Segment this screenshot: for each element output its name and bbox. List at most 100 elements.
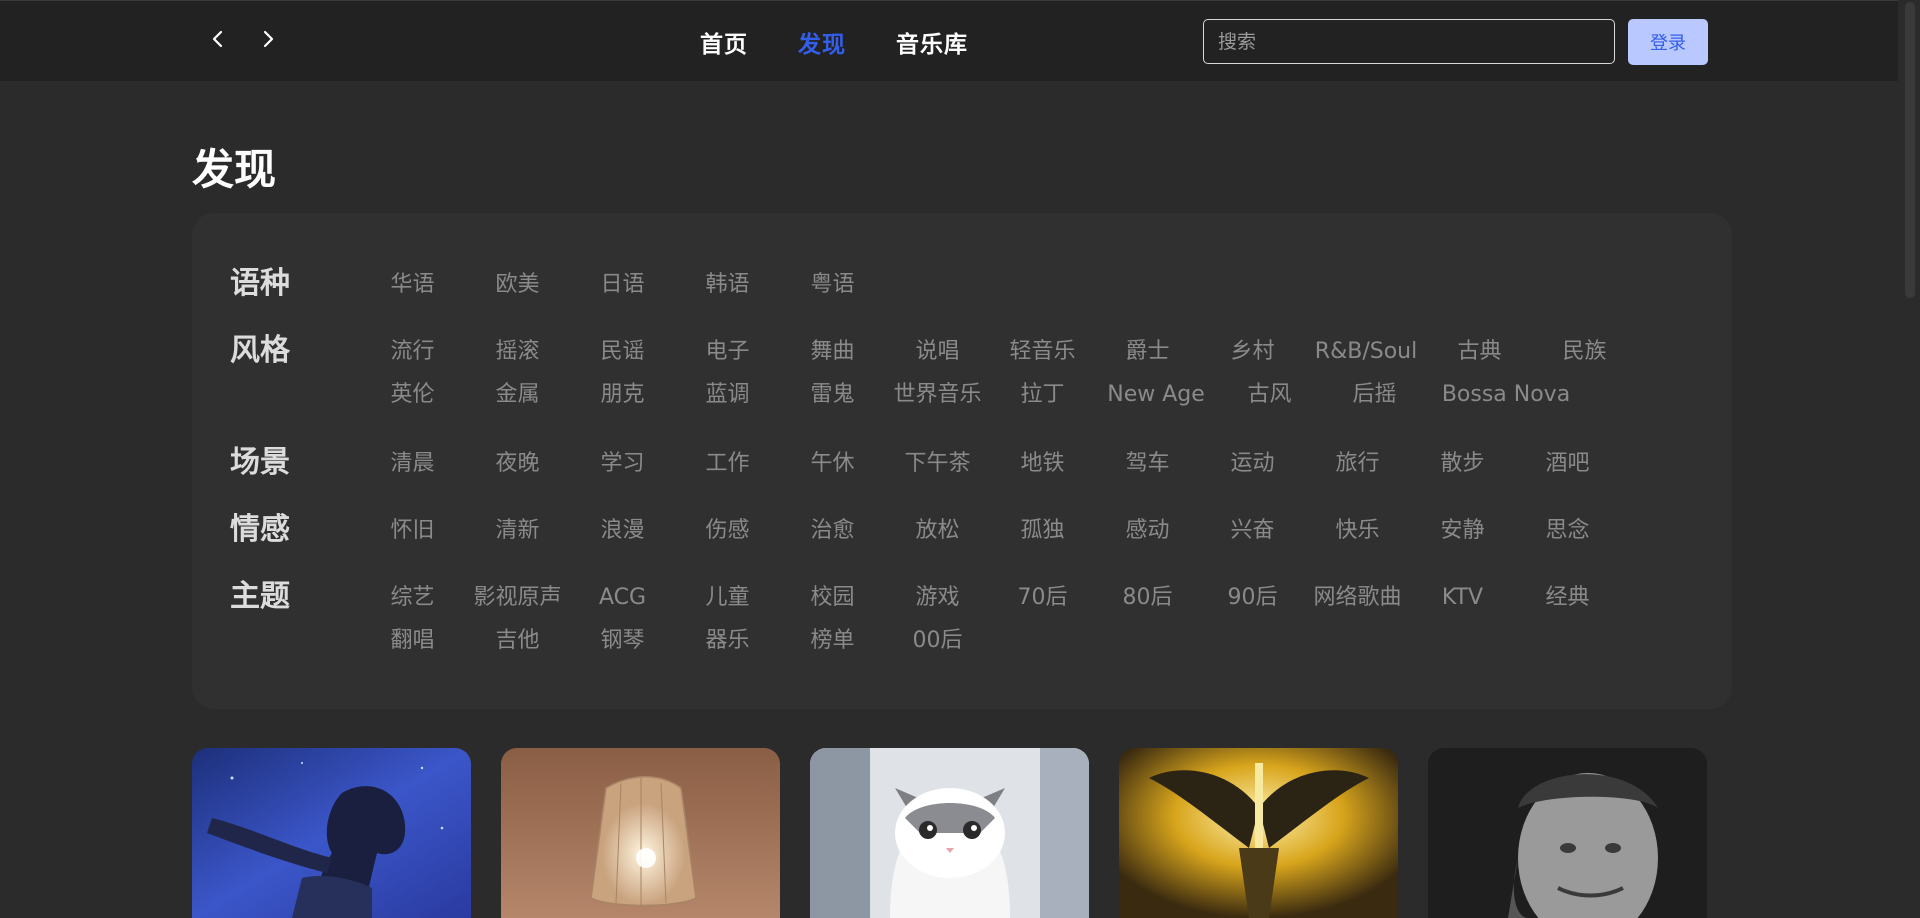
playlist-card[interactable] bbox=[1119, 748, 1398, 918]
playlist-card[interactable] bbox=[1428, 748, 1707, 918]
category-label: 语种 bbox=[230, 266, 290, 301]
category-option[interactable]: 朋克 bbox=[570, 373, 675, 416]
nav-library[interactable]: 音乐库 bbox=[896, 25, 968, 59]
category-option[interactable]: 午休 bbox=[780, 442, 885, 485]
category-option[interactable]: 00后 bbox=[885, 619, 990, 662]
category-option[interactable]: 综艺 bbox=[360, 576, 465, 619]
category-option[interactable]: 拉丁 bbox=[990, 373, 1095, 416]
category-option[interactable]: 兴奋 bbox=[1200, 509, 1305, 552]
category-option[interactable]: 游戏 bbox=[885, 576, 990, 619]
category-option[interactable]: 旅行 bbox=[1305, 442, 1410, 485]
category-option[interactable]: 伤感 bbox=[675, 509, 780, 552]
category-option[interactable]: 清新 bbox=[465, 509, 570, 552]
category-option[interactable]: 舞曲 bbox=[780, 330, 885, 373]
nav-explore[interactable]: 发现 bbox=[798, 25, 846, 59]
anime-girl-night-sky-cover bbox=[192, 748, 471, 918]
search-input[interactable] bbox=[1216, 29, 1602, 54]
category-option[interactable]: 乡村 bbox=[1200, 330, 1305, 373]
category-option[interactable]: 钢琴 bbox=[570, 619, 675, 662]
category-option[interactable]: 世界音乐 bbox=[885, 373, 990, 416]
category-label: 场景 bbox=[230, 445, 290, 480]
nav-home[interactable]: 首页 bbox=[700, 25, 748, 59]
category-option[interactable]: 快乐 bbox=[1305, 509, 1410, 552]
category-option[interactable]: 古典 bbox=[1427, 330, 1532, 373]
category-option[interactable]: 后摇 bbox=[1322, 373, 1427, 416]
login-button[interactable]: 登录 bbox=[1628, 19, 1708, 65]
category-option[interactable]: 校园 bbox=[780, 576, 885, 619]
playlist-card[interactable] bbox=[501, 748, 780, 918]
category-option[interactable]: 流行 bbox=[360, 330, 465, 373]
category-option[interactable]: 英伦 bbox=[360, 373, 465, 416]
back-button[interactable] bbox=[202, 23, 234, 55]
category-option[interactable]: 浪漫 bbox=[570, 509, 675, 552]
category-option[interactable]: 驾车 bbox=[1095, 442, 1200, 485]
category-option[interactable]: R&B/Soul bbox=[1305, 330, 1427, 373]
category-option[interactable]: 夜晚 bbox=[465, 442, 570, 485]
category-option[interactable]: 地铁 bbox=[990, 442, 1095, 485]
category-option[interactable]: 思念 bbox=[1515, 509, 1620, 552]
category-option[interactable]: 感动 bbox=[1095, 509, 1200, 552]
category-option[interactable]: 儿童 bbox=[675, 576, 780, 619]
category-option[interactable]: 轻音乐 bbox=[990, 330, 1095, 373]
category-option[interactable]: 90后 bbox=[1200, 576, 1305, 619]
category-option[interactable]: 酒吧 bbox=[1515, 442, 1620, 485]
category-group-emotion: 情感 怀旧 清新 浪漫 伤感 治愈 放松 孤独 感动 兴奋 快乐 安静 思念 bbox=[230, 509, 1700, 552]
category-option[interactable]: 吉他 bbox=[465, 619, 570, 662]
category-option[interactable]: 蓝调 bbox=[675, 373, 780, 416]
category-option[interactable]: 电子 bbox=[675, 330, 780, 373]
category-option[interactable]: 雷鬼 bbox=[780, 373, 885, 416]
category-option[interactable]: New Age bbox=[1095, 373, 1217, 416]
vintage-portrait-cover bbox=[1428, 748, 1707, 918]
category-group-style: 风格 流行 摇滚 民谣 电子 舞曲 说唱 轻音乐 爵士 乡村 R&B/Soul … bbox=[230, 330, 1700, 416]
category-option[interactable]: 清晨 bbox=[360, 442, 465, 485]
category-option[interactable]: 80后 bbox=[1095, 576, 1200, 619]
playlist-card[interactable] bbox=[810, 748, 1089, 918]
category-option[interactable]: 爵士 bbox=[1095, 330, 1200, 373]
scrollbar-track[interactable] bbox=[1900, 0, 1920, 892]
category-option[interactable]: 民族 bbox=[1532, 330, 1637, 373]
category-option[interactable]: 日语 bbox=[570, 263, 675, 306]
category-option[interactable]: 工作 bbox=[675, 442, 780, 485]
kitten-cover bbox=[810, 748, 1089, 918]
category-option[interactable]: 70后 bbox=[990, 576, 1095, 619]
category-option[interactable]: 治愈 bbox=[780, 509, 885, 552]
category-option[interactable]: 学习 bbox=[570, 442, 675, 485]
category-option[interactable]: 放松 bbox=[885, 509, 990, 552]
category-option[interactable]: 欧美 bbox=[465, 263, 570, 306]
category-option[interactable]: 说唱 bbox=[885, 330, 990, 373]
category-option[interactable]: 下午茶 bbox=[885, 442, 990, 485]
category-option[interactable]: 运动 bbox=[1200, 442, 1305, 485]
category-option[interactable]: 怀旧 bbox=[360, 509, 465, 552]
category-group-scene: 场景 清晨 夜晚 学习 工作 午休 下午茶 地铁 驾车 运动 旅行 散步 酒吧 bbox=[230, 442, 1700, 485]
category-option[interactable]: 古风 bbox=[1217, 373, 1322, 416]
category-option[interactable]: 华语 bbox=[360, 263, 465, 306]
category-option[interactable]: 影视原声 bbox=[465, 576, 570, 619]
category-option[interactable]: 网络歌曲 bbox=[1305, 576, 1410, 619]
category-options: 流行 摇滚 民谣 电子 舞曲 说唱 轻音乐 爵士 乡村 R&B/Soul 古典 … bbox=[360, 330, 1700, 416]
forward-button[interactable] bbox=[252, 23, 284, 55]
category-option[interactable]: Bossa Nova bbox=[1427, 373, 1585, 416]
category-option[interactable]: 韩语 bbox=[675, 263, 780, 306]
category-options: 清晨 夜晚 学习 工作 午休 下午茶 地铁 驾车 运动 旅行 散步 酒吧 bbox=[360, 442, 1700, 485]
lamp-cover bbox=[501, 748, 780, 918]
category-option[interactable]: ACG bbox=[570, 576, 675, 619]
category-option[interactable]: KTV bbox=[1410, 576, 1515, 619]
category-options: 综艺 影视原声 ACG 儿童 校园 游戏 70后 80后 90后 网络歌曲 KT… bbox=[360, 576, 1700, 662]
category-option[interactable]: 经典 bbox=[1515, 576, 1620, 619]
category-option[interactable]: 散步 bbox=[1410, 442, 1515, 485]
category-label: 风格 bbox=[230, 333, 290, 368]
category-label: 主题 bbox=[230, 579, 290, 614]
category-option[interactable]: 孤独 bbox=[990, 509, 1095, 552]
category-option[interactable]: 粤语 bbox=[780, 263, 885, 306]
playlist-card[interactable] bbox=[192, 748, 471, 918]
category-option[interactable]: 民谣 bbox=[570, 330, 675, 373]
page-title: 发现 bbox=[192, 145, 277, 194]
category-options: 怀旧 清新 浪漫 伤感 治愈 放松 孤独 感动 兴奋 快乐 安静 思念 bbox=[360, 509, 1700, 552]
category-option[interactable]: 器乐 bbox=[675, 619, 780, 662]
category-option[interactable]: 翻唱 bbox=[360, 619, 465, 662]
category-option[interactable]: 榜单 bbox=[780, 619, 885, 662]
category-option[interactable]: 安静 bbox=[1410, 509, 1515, 552]
category-option[interactable]: 摇滚 bbox=[465, 330, 570, 373]
scrollbar-thumb[interactable] bbox=[1905, 2, 1915, 298]
category-option[interactable]: 金属 bbox=[465, 373, 570, 416]
